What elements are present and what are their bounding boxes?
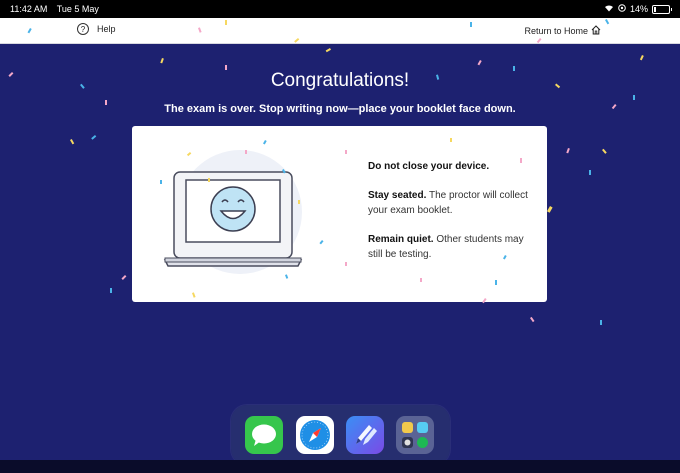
main-content: Congratulations! The exam is over. Stop … bbox=[0, 44, 680, 460]
smiley-icon bbox=[210, 186, 256, 232]
app-header: ? Help Return to Home bbox=[0, 18, 680, 44]
battery-percent: 14% bbox=[629, 4, 648, 14]
location-icon bbox=[618, 4, 626, 14]
battery-fill bbox=[654, 6, 656, 12]
wifi-icon bbox=[604, 4, 614, 14]
battery-icon bbox=[652, 4, 672, 14]
status-date: Tue 5 May bbox=[56, 4, 99, 14]
help-button[interactable]: ? Help bbox=[77, 23, 116, 35]
instruction-item: Do not close your device. bbox=[368, 159, 528, 174]
instruction-bold: Remain quiet. bbox=[368, 234, 434, 245]
page-subtitle: The exam is over. Stop writing now—place… bbox=[164, 103, 516, 115]
pencil-app-icon[interactable] bbox=[346, 416, 384, 454]
help-label: Help bbox=[97, 24, 116, 34]
page-title: Congratulations! bbox=[270, 70, 410, 91]
app-library-icon[interactable] bbox=[396, 416, 434, 454]
status-bar: 11:42 AM Tue 5 May 14% bbox=[0, 0, 680, 18]
status-time: 11:42 AM bbox=[10, 4, 48, 14]
instruction-bold: Do not close your device. bbox=[368, 161, 490, 172]
safari-app-icon[interactable] bbox=[296, 416, 334, 454]
instruction-list: Do not close your device. Stay seated. T… bbox=[368, 159, 528, 276]
home-icon bbox=[591, 25, 601, 37]
help-icon: ? bbox=[77, 23, 89, 35]
instruction-item: Stay seated. The proctor will collect yo… bbox=[368, 188, 528, 218]
return-home-button[interactable]: Return to Home bbox=[524, 25, 601, 37]
messages-app-icon[interactable] bbox=[245, 416, 283, 454]
laptop-illustration bbox=[163, 150, 303, 274]
instructions-card: Do not close your device. Stay seated. T… bbox=[132, 126, 547, 302]
instruction-bold: Stay seated. bbox=[368, 190, 427, 201]
return-home-label: Return to Home bbox=[524, 26, 588, 36]
app-dock bbox=[231, 405, 450, 465]
instruction-item: Remain quiet. Other students may still b… bbox=[368, 232, 528, 262]
bottom-edge bbox=[0, 460, 680, 473]
